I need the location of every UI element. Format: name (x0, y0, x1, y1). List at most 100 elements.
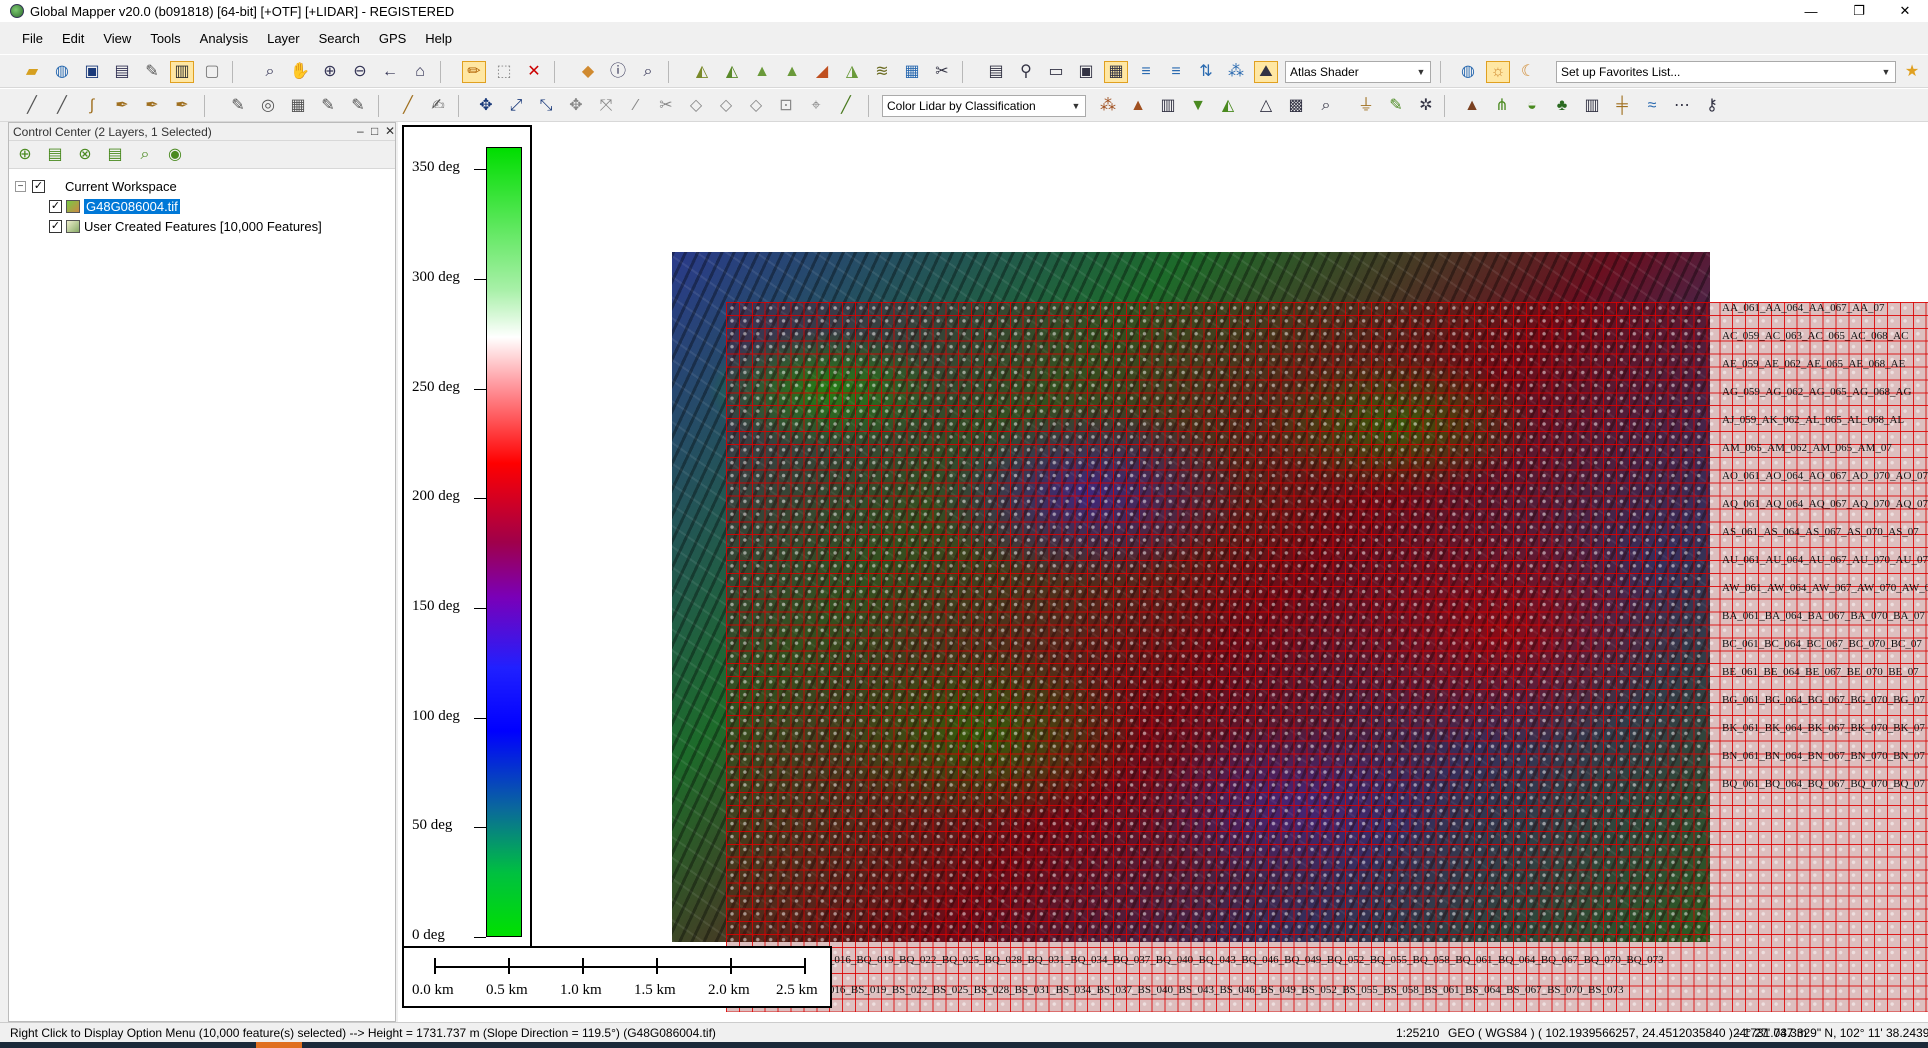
lidar-toggle-icon[interactable]: ▦ (1104, 61, 1128, 83)
lidar-search-icon[interactable]: ⌕ (1314, 95, 1338, 117)
marker-icon[interactable]: ╱ (396, 95, 420, 117)
split-icon[interactable]: ⤧ (594, 95, 618, 117)
lidar-class-icon[interactable]: ⁂ (1096, 95, 1120, 117)
volume-icon[interactable]: ◮ (840, 61, 864, 83)
powerline-icon[interactable]: ╪ (1610, 95, 1634, 117)
circle-tool-icon[interactable]: ◎ (256, 95, 280, 117)
image-icon[interactable]: ▦ (900, 61, 924, 83)
pan-hand-icon[interactable]: ✋ (288, 61, 312, 83)
water-icon[interactable]: ≈ (1640, 95, 1664, 117)
curve-tool-icon[interactable]: ∫ (80, 95, 104, 117)
digitizer-icon[interactable]: ✏ (462, 61, 486, 83)
maximize-button[interactable]: ❐ (1836, 0, 1882, 22)
move-icon[interactable]: ✥ (474, 95, 498, 117)
lidar-building-icon[interactable]: ▥ (1156, 95, 1180, 117)
mesh-icon[interactable]: ▩ (1284, 95, 1308, 117)
line-tool-icon[interactable]: ╱ (20, 95, 44, 117)
lidar-edit-icon[interactable]: ✎ (1384, 95, 1408, 117)
shader-icon[interactable]: ⛰ (1254, 61, 1278, 83)
add-layer-icon[interactable]: ⊕ (13, 144, 37, 166)
grass-icon[interactable]: ⋔ (1490, 95, 1514, 117)
layer-row[interactable]: ✓ G48G086004.tif (49, 199, 180, 214)
moon-icon[interactable]: ☾ (1516, 61, 1540, 83)
lidar-settings-icon[interactable]: ✲ (1414, 95, 1438, 117)
frame-icon[interactable]: ▭ (1044, 61, 1068, 83)
menu-view[interactable]: View (103, 31, 131, 46)
zoom-out-icon[interactable]: ⊖ (348, 61, 372, 83)
crop-icon[interactable]: ⊡ (774, 95, 798, 117)
building-icon[interactable]: ▥ (1580, 95, 1604, 117)
sun-icon[interactable]: ☼ (1486, 61, 1510, 83)
elev-grid-icon[interactable]: ≡ (1134, 61, 1158, 83)
attribute-icon[interactable]: ✍ (426, 95, 450, 117)
layer-checkbox[interactable]: ✓ (49, 200, 62, 213)
panel-minimize-icon[interactable]: – (357, 124, 364, 138)
menu-tools[interactable]: Tools (150, 31, 180, 46)
close-layer-icon[interactable]: ⊗ (73, 144, 97, 166)
layer-checkbox[interactable]: ✓ (49, 220, 62, 233)
tools-icon[interactable]: ✂ (930, 61, 954, 83)
workspace-checkbox[interactable]: ✓ (32, 180, 45, 193)
measure-icon[interactable]: ◆ (576, 61, 600, 83)
minimize-button[interactable]: — (1788, 0, 1834, 22)
menu-layer[interactable]: Layer (267, 31, 300, 46)
close-button[interactable]: ✕ (1882, 0, 1928, 22)
lidar-surface-icon[interactable]: ◭ (1216, 95, 1240, 117)
join-icon[interactable]: ⁄ (624, 95, 648, 117)
collapse-icon[interactable]: − (15, 181, 26, 192)
panel-close-icon[interactable]: ✕ (385, 124, 395, 138)
tree-icon[interactable]: ♣ (1550, 95, 1574, 117)
menu-search[interactable]: Search (319, 31, 360, 46)
menu-gps[interactable]: GPS (379, 31, 406, 46)
pen-tool-3-icon[interactable]: ✒ (170, 95, 194, 117)
cut-icon[interactable]: ✂ (654, 95, 678, 117)
contour-icon[interactable]: ◭ (720, 61, 744, 83)
metadata-icon[interactable]: ▤ (103, 144, 127, 166)
tile-icon[interactable]: ▣ (1074, 61, 1098, 83)
grid-tool-icon[interactable]: ▦ (286, 95, 310, 117)
mountain-icon[interactable]: ▲ (1460, 95, 1484, 117)
menu-edit[interactable]: Edit (62, 31, 84, 46)
pen-tool-2-icon[interactable]: ✒ (140, 95, 164, 117)
home-icon[interactable]: ⌂ (408, 61, 432, 83)
shader-select[interactable]: Atlas Shader ▼ (1285, 61, 1431, 83)
cut-fill-icon[interactable]: ≋ (870, 61, 894, 83)
back-arrow-icon[interactable]: ← (378, 61, 402, 83)
overview-icon[interactable]: ▢ (200, 61, 224, 83)
vertex-icon[interactable]: ◇ (714, 95, 738, 117)
snap-icon[interactable]: ✥ (564, 95, 588, 117)
layer-options-icon[interactable]: ▤ (43, 144, 67, 166)
pen-tool-icon[interactable]: ✒ (110, 95, 134, 117)
3d-view-icon[interactable]: ▤ (984, 61, 1008, 83)
menu-analysis[interactable]: Analysis (200, 31, 248, 46)
ruler-icon[interactable]: ╱ (834, 95, 858, 117)
lidar-funnel-icon[interactable]: ⏚ (1354, 95, 1378, 117)
save-icon[interactable]: ▣ (80, 61, 104, 83)
point-cloud-icon[interactable]: ⁂ (1224, 61, 1248, 83)
menu-help[interactable]: Help (425, 31, 452, 46)
terrain-profile-icon[interactable]: ◭ (690, 61, 714, 83)
open-folder-icon[interactable]: ▰ (20, 61, 44, 83)
view-shed-icon[interactable]: ▲ (750, 61, 774, 83)
menu-file[interactable]: File (22, 31, 43, 46)
union-icon[interactable]: ⌖ (804, 95, 828, 117)
lidar-filter-icon[interactable]: ▼ (1186, 95, 1210, 117)
wrench-icon[interactable]: ✎ (140, 61, 164, 83)
tree-root[interactable]: − ✓ Current Workspace (15, 179, 177, 194)
zoom-in-icon[interactable]: ⊕ (318, 61, 342, 83)
watershed-icon[interactable]: ▲ (780, 61, 804, 83)
globe-data-icon[interactable]: ◍ (50, 61, 74, 83)
key-icon[interactable]: ⚷ (1700, 95, 1724, 117)
star-icon[interactable]: ★ (1900, 61, 1924, 83)
pin-icon[interactable]: ⚲ (1014, 61, 1038, 83)
reshape-icon[interactable]: ◇ (684, 95, 708, 117)
zoom-box-icon[interactable]: ⌕ (258, 61, 282, 83)
taskbar-active-app[interactable] (256, 1042, 302, 1048)
edit-line-icon[interactable]: ✎ (346, 95, 370, 117)
info-icon[interactable]: ⓘ (606, 61, 630, 83)
lidar-color-select[interactable]: Color Lidar by Classification ▼ (882, 95, 1086, 117)
buffer-icon[interactable]: ◇ (744, 95, 768, 117)
draw-icon[interactable]: ✎ (226, 95, 250, 117)
print-icon[interactable]: ▤ (110, 61, 134, 83)
layer-row[interactable]: ✓ User Created Features [10,000 Features… (49, 219, 322, 234)
